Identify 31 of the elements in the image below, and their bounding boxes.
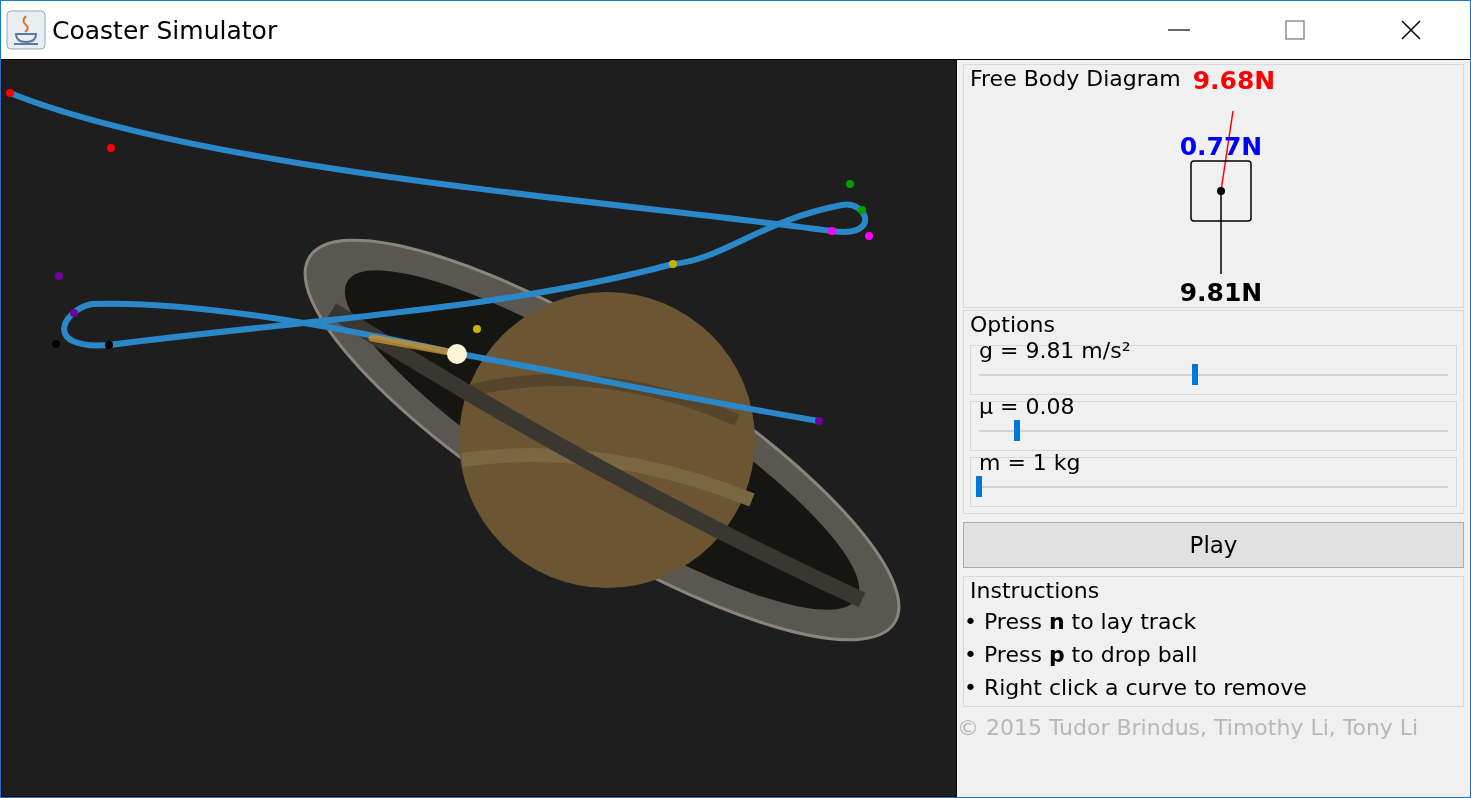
instruction-text: • Press n to lay track <box>964 608 1198 636</box>
control-point[interactable] <box>858 206 866 214</box>
slider-thumb[interactable] <box>1013 420 1020 441</box>
panel-title: Options <box>970 311 1055 339</box>
slider-label: μ = 0.08 <box>979 394 1075 420</box>
panel-title: Instructions <box>970 577 1100 605</box>
control-point[interactable] <box>473 325 481 333</box>
control-point[interactable] <box>846 180 854 188</box>
force-label: 9.68N <box>1192 69 1276 95</box>
center-point <box>1217 187 1225 195</box>
instruction-text: • Press p to drop ball <box>964 641 1199 669</box>
ball <box>447 344 467 364</box>
window-title: Coaster Simulator <box>52 15 278 45</box>
java-cup-icon <box>6 10 46 50</box>
control-point[interactable] <box>6 89 14 97</box>
control-point[interactable] <box>107 144 115 152</box>
control-point[interactable] <box>669 260 677 268</box>
play-button[interactable]: Play <box>963 522 1464 568</box>
slider-thumb[interactable] <box>1191 364 1198 385</box>
control-point[interactable] <box>828 227 836 235</box>
instruction-text: • Right click a curve to remove <box>964 674 1308 702</box>
close-icon[interactable] <box>1400 19 1422 41</box>
slider-thumb[interactable] <box>976 476 982 497</box>
body-box <box>1190 160 1252 222</box>
slider-label: g = 9.81 m/s² <box>979 338 1131 364</box>
panel-title: Free Body Diagram <box>970 65 1181 93</box>
slider-label: m = 1 kg <box>979 450 1081 476</box>
copyright-text: © 2015 Tudor Brindus, Timothy Li, Tony Li <box>957 715 1420 740</box>
control-point[interactable] <box>70 309 78 317</box>
force-label: 9.81N <box>1179 278 1263 304</box>
control-point[interactable] <box>865 232 873 240</box>
